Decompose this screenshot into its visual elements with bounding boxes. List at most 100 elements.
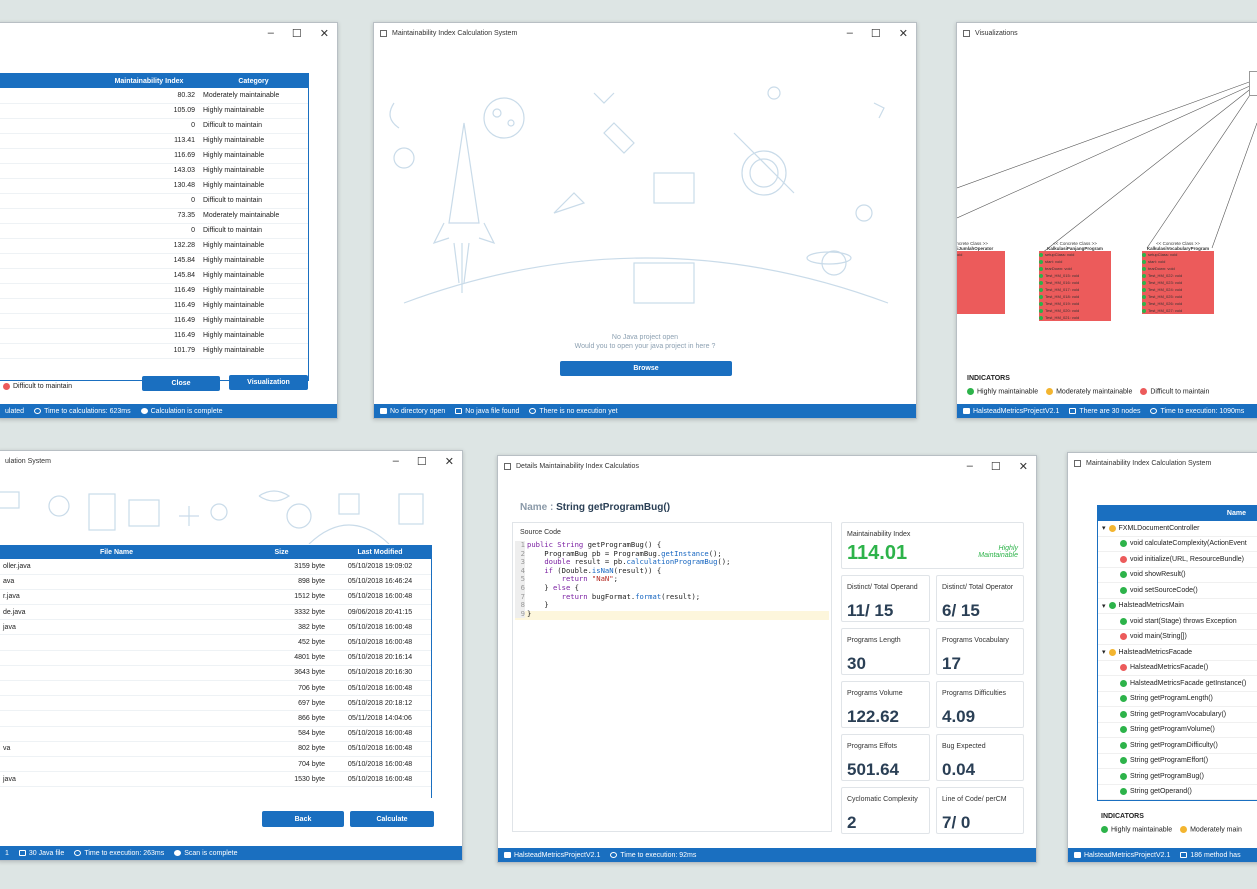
- tree-item[interactable]: void setSourceCode(): [1098, 583, 1257, 599]
- calculate-button[interactable]: Calculate: [350, 811, 434, 827]
- table-row[interactable]: 116.49 Highly maintainable: [0, 298, 308, 314]
- table-row[interactable]: 145.84 Highly maintainable: [0, 253, 308, 269]
- tree-item[interactable]: void calculateComplexity(ActionEvent: [1098, 537, 1257, 552]
- uml-method: void: [957, 307, 1005, 314]
- col-last-modified[interactable]: Last Modified: [329, 545, 431, 559]
- maximize-icon[interactable]: ☐: [871, 27, 881, 40]
- indicators-legend: Highly maintainable Moderately main: [1101, 826, 1242, 833]
- browse-button[interactable]: Browse: [560, 361, 732, 376]
- minimize-icon[interactable]: –: [268, 27, 274, 39]
- table-row[interactable]: 0 Difficult to maintain: [0, 223, 308, 239]
- col-maintainability-index[interactable]: Maintainability Index: [99, 74, 199, 88]
- tree-item[interactable]: void initialize(URL, ResourceBundle): [1098, 552, 1257, 568]
- table-row[interactable]: 116.69 Highly maintainable: [0, 148, 308, 164]
- code-text: public String getProgramBug() { ProgramB…: [527, 540, 731, 618]
- tree-item[interactable]: String getProgramEffort(): [1098, 754, 1257, 769]
- maximize-icon[interactable]: ☐: [292, 27, 302, 40]
- table-row[interactable]: 3643 byte 05/10/2018 20:16:30: [0, 665, 431, 682]
- uml-method: tearDown: void: [1142, 265, 1214, 272]
- expand-arrow-icon[interactable]: ▾: [1102, 524, 1106, 532]
- table-row[interactable]: 130.48 Highly maintainable: [0, 178, 308, 194]
- window-title: ulation System: [5, 457, 51, 465]
- tree-item[interactable]: String getProgramBug(): [1098, 769, 1257, 785]
- window-title: Maintainability Index Calculation System: [392, 29, 518, 37]
- minimize-icon[interactable]: –: [847, 27, 853, 39]
- tree-item[interactable]: String getProgramDifficulty(): [1098, 738, 1257, 754]
- expand-arrow-icon[interactable]: ▾: [1102, 648, 1106, 656]
- source-code-panel: Source Code 1 2 3 4 5 6 7 8 9 public Str…: [512, 522, 832, 832]
- table-row[interactable]: java 382 byte 05/10/2018 16:00:48: [0, 619, 431, 636]
- tree-item[interactable]: void showResult(): [1098, 568, 1257, 583]
- tree-item[interactable]: String getProgramVocabulary(): [1098, 707, 1257, 723]
- uml-method: Test_HM_023: void: [1142, 279, 1214, 286]
- file-name: [0, 680, 234, 697]
- code-editor[interactable]: 1 2 3 4 5 6 7 8 9 public String getProgr…: [515, 540, 829, 621]
- close-icon[interactable]: ✕: [445, 455, 454, 468]
- clock-icon: [529, 408, 537, 414]
- table-row[interactable]: 0 Difficult to maintain: [0, 118, 308, 134]
- table-row[interactable]: 80.32 Moderately maintainable: [0, 88, 308, 104]
- table-row[interactable]: 0 Difficult to maintain: [0, 193, 308, 209]
- tree-item[interactable]: ▾ FXMLDocumentController: [1098, 521, 1257, 537]
- close-button[interactable]: Close: [142, 376, 220, 391]
- uml-class-node[interactable]: << Concrete Class >>KalkulasiJumlahOpera…: [957, 241, 1005, 314]
- tree-item[interactable]: void main(String[]): [1098, 630, 1257, 645]
- table-row[interactable]: 704 byte 05/10/2018 16:00:48: [0, 756, 431, 773]
- close-icon[interactable]: ✕: [899, 27, 908, 40]
- table-row[interactable]: 116.49 Highly maintainable: [0, 283, 308, 299]
- table-row[interactable]: 706 byte 05/10/2018 16:00:48: [0, 680, 431, 697]
- uml-method: Test_HM_019: void: [1039, 300, 1111, 307]
- expand-arrow-icon[interactable]: ▾: [1102, 602, 1106, 610]
- visualization-button[interactable]: Visualization: [229, 375, 308, 390]
- table-row[interactable]: 132.28 Highly maintainable: [0, 238, 308, 254]
- col-category[interactable]: Category: [199, 74, 308, 88]
- uml-class-node[interactable]: << Concrete Class >> KalkulasiPanjangProg…: [1039, 241, 1111, 321]
- col-name[interactable]: Name: [1098, 506, 1257, 521]
- table-row[interactable]: 697 byte 05/10/2018 20:18:12: [0, 695, 431, 712]
- maximize-icon[interactable]: ☐: [417, 455, 427, 468]
- table-row[interactable]: va 802 byte 05/10/2018 16:00:48: [0, 741, 431, 757]
- tree-label: void main(String[]): [1130, 633, 1187, 641]
- table-row[interactable]: 143.03 Highly maintainable: [0, 163, 308, 179]
- minimize-icon[interactable]: –: [393, 455, 399, 467]
- table-row[interactable]: 4801 byte 05/10/2018 20:16:14: [0, 650, 431, 666]
- col-file-name[interactable]: File Name: [0, 545, 234, 559]
- table-row[interactable]: 145.84 Highly maintainable: [0, 268, 308, 284]
- maximize-icon[interactable]: ☐: [991, 460, 1001, 473]
- table-row[interactable]: java 1530 byte 05/10/2018 16:00:48: [0, 771, 431, 788]
- table-row[interactable]: 101.79 Highly maintainable: [0, 343, 308, 359]
- tree-item[interactable]: String getProgramVolume(): [1098, 723, 1257, 738]
- tree-item[interactable]: ▾ HalsteadMetricsFacade: [1098, 645, 1257, 661]
- col-size[interactable]: Size: [234, 545, 329, 559]
- table-row[interactable]: r.java 1512 byte 05/10/2018 16:00:48: [0, 589, 431, 606]
- status-dot-icon: [1120, 555, 1127, 563]
- table-row[interactable]: ava 898 byte 05/10/2018 16:46:24: [0, 574, 431, 590]
- table-row[interactable]: 113.41 Highly maintainable: [0, 133, 308, 149]
- tree-item[interactable]: String getOperand(): [1098, 785, 1257, 800]
- table-row[interactable]: 866 byte 05/11/2018 14:04:06: [0, 710, 431, 727]
- table-row[interactable]: oller.java 3159 byte 05/10/2018 19:09:02: [0, 559, 431, 575]
- table-row[interactable]: 452 byte 05/10/2018 16:00:48: [0, 634, 431, 651]
- tree-item[interactable]: HalsteadMetricsFacade getInstance(): [1098, 676, 1257, 692]
- file-table: File Name Size Last Modified oller.java 3…: [0, 545, 431, 788]
- uml-class-node[interactable]: << Concrete Class >> KalkulasiVocabularyP…: [1142, 241, 1214, 314]
- minimize-icon[interactable]: –: [967, 460, 973, 472]
- back-button[interactable]: Back: [262, 811, 344, 827]
- table-row[interactable]: 73.35 Moderately maintainable: [0, 208, 308, 224]
- table-row[interactable]: 105.09 Highly maintainable: [0, 103, 308, 119]
- close-icon[interactable]: ✕: [1019, 460, 1028, 473]
- tree-item[interactable]: HalsteadMetricsFacade(): [1098, 661, 1257, 676]
- table-row[interactable]: 584 byte 05/10/2018 16:00:48: [0, 726, 431, 742]
- status-dot-icon: [1120, 772, 1127, 780]
- table-row[interactable]: 116.49 Highly maintainable: [0, 313, 308, 329]
- close-icon[interactable]: ✕: [320, 27, 329, 40]
- empty-message-2: Would you to open your java project in h…: [574, 343, 716, 350]
- high-dot-icon: [1101, 826, 1108, 833]
- file-name: va: [0, 741, 234, 757]
- table-row[interactable]: de.java 3332 byte 09/06/2018 20:41:15: [0, 604, 431, 621]
- mi-value: 143.03: [99, 163, 199, 179]
- table-row[interactable]: 116.49 Highly maintainable: [0, 328, 308, 344]
- tree-item[interactable]: ▾ HalsteadMetricsMain: [1098, 599, 1257, 614]
- tree-item[interactable]: void start(Stage) throws Exception: [1098, 614, 1257, 630]
- tree-item[interactable]: String getProgramLength(): [1098, 692, 1257, 707]
